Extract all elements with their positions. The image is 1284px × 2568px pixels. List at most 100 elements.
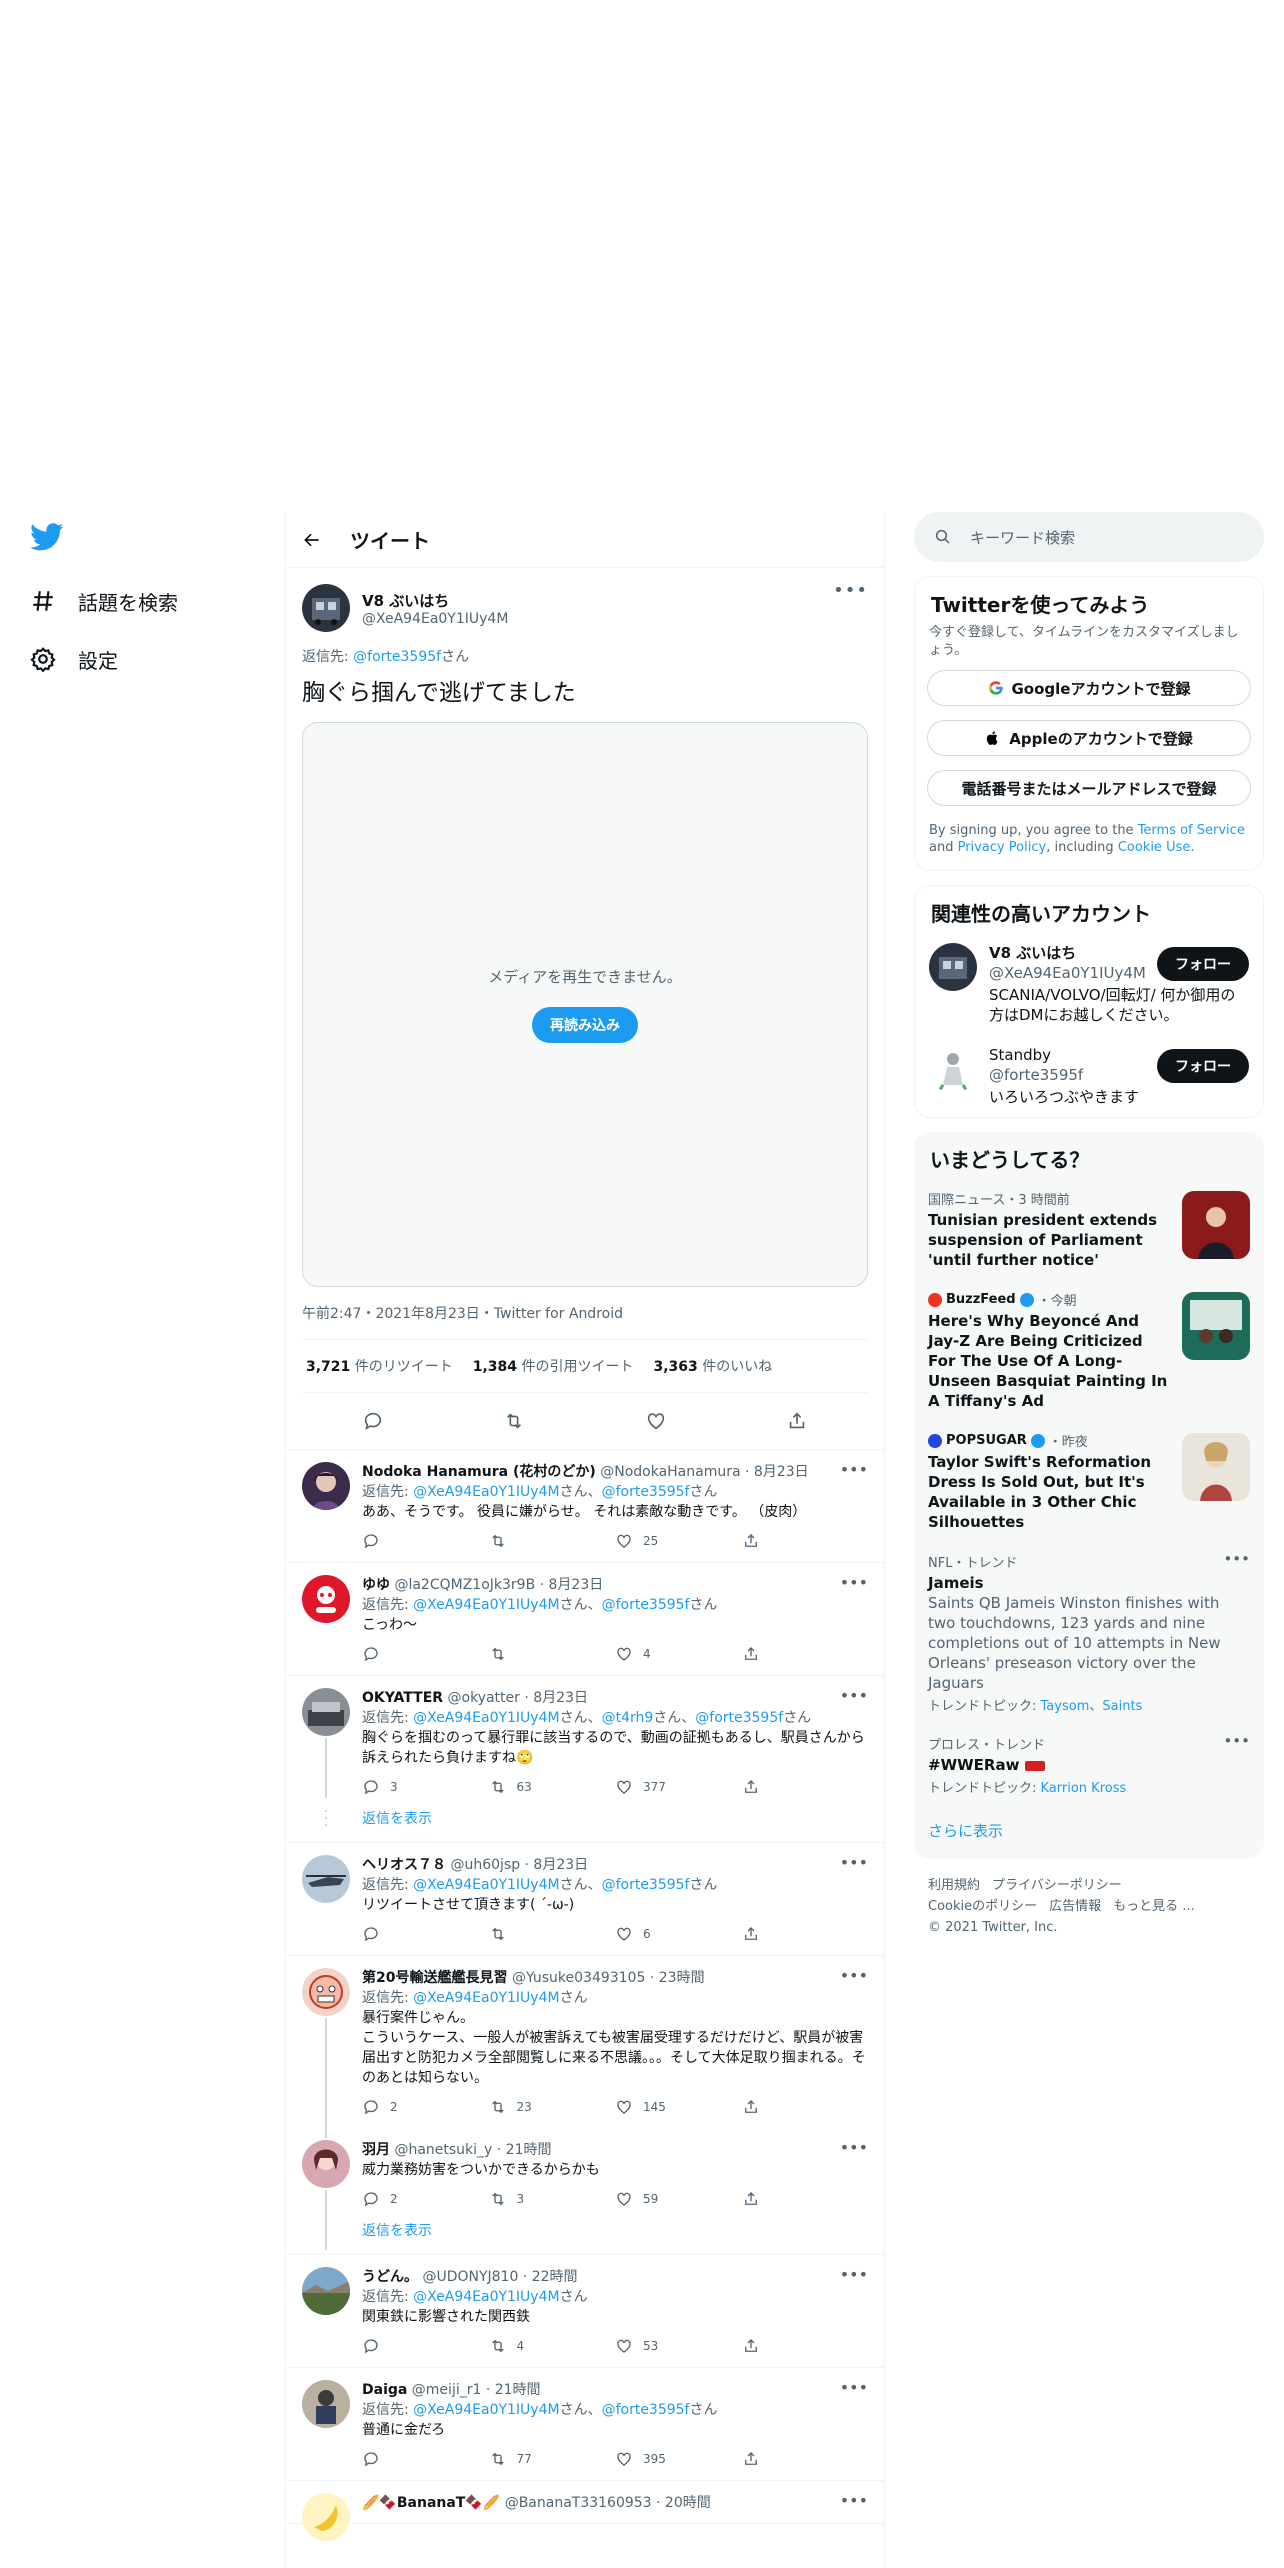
nav-explore[interactable]: 話題を検索	[30, 572, 230, 630]
topic-link[interactable]: Karrion Kross	[1041, 1781, 1127, 1796]
avatar[interactable]	[302, 2380, 350, 2428]
reply-button[interactable]	[362, 2450, 489, 2468]
reply-tweet[interactable]: ••• Daiga @meiji_r1 · 21時間 返信先: @XeA94Ea…	[286, 2368, 884, 2481]
reload-button[interactable]: 再読み込み	[532, 1007, 638, 1043]
trend-item[interactable]: ••• プロレス・トレンド #WWERaw トレンドトピック: Karrion …	[914, 1724, 1264, 1806]
reply-to-link[interactable]: @XeA94Ea0Y1IUy4M	[413, 2402, 559, 2418]
footer-more-link[interactable]: もっと見る ...	[1113, 1899, 1195, 1914]
share-button[interactable]	[742, 1778, 869, 1796]
retweet-icon[interactable]	[503, 1410, 525, 1432]
topic-link[interactable]: Saints	[1102, 1699, 1142, 1714]
trend-item[interactable]: POPSUGAR ・昨夜 Taylor Swift's Reformation D…	[914, 1421, 1264, 1542]
show-replies-link[interactable]: 返信を表示	[286, 2220, 884, 2255]
more-icon[interactable]: •••	[840, 1573, 868, 1592]
share-button[interactable]	[742, 2337, 869, 2355]
avatar[interactable]	[302, 2140, 350, 2188]
nav-settings[interactable]: 設定	[30, 630, 230, 688]
more-icon[interactable]: •••	[840, 2138, 868, 2157]
share-button[interactable]	[742, 1925, 869, 1943]
avatar[interactable]	[929, 943, 977, 991]
reply-tweet[interactable]: ••• 第20号輸送艦艦長見習 @Yusuke03493105 · 23時間 返…	[286, 1956, 884, 2138]
more-icon[interactable]: •••	[840, 1686, 868, 1705]
reply-tweet[interactable]: ••• うどん。 @UDONYJ810 · 22時間 返信先: @XeA94Ea…	[286, 2255, 884, 2368]
reply-button[interactable]: 2	[362, 2098, 489, 2116]
media-player[interactable]: メディアを再生できません。 再読み込み	[302, 722, 868, 1287]
more-icon[interactable]: •••	[840, 2378, 868, 2397]
trend-item[interactable]: 国際ニュース・3 時間前 Tunisian president extends …	[914, 1179, 1264, 1280]
reply-author-name[interactable]: Daiga	[362, 2382, 407, 2398]
account-handle[interactable]: @forte3595f	[989, 1065, 1139, 1085]
show-replies-link[interactable]: 返信を表示	[286, 1808, 884, 1843]
more-icon[interactable]: •••	[840, 1460, 868, 1479]
apple-signup-button[interactable]: Appleのアカウントで登録	[927, 720, 1251, 756]
like-button[interactable]: 4	[615, 1645, 742, 1663]
like-button[interactable]: 6	[615, 1925, 742, 1943]
share-button[interactable]	[742, 2450, 869, 2468]
more-icon[interactable]: •••	[833, 580, 868, 601]
author-name[interactable]: V8 ぶいはち	[362, 590, 508, 611]
retweet-button[interactable]	[489, 1645, 616, 1663]
search-box[interactable]: キーワード検索	[914, 512, 1264, 562]
reply-button[interactable]: 3	[362, 1778, 489, 1796]
reply-button[interactable]	[362, 1532, 489, 1550]
follow-button[interactable]: フォロー	[1157, 947, 1249, 981]
retweet-button[interactable]	[489, 1532, 616, 1550]
reply-button[interactable]	[362, 2337, 489, 2355]
footer-cookie-link[interactable]: Cookieのポリシー	[928, 1899, 1037, 1914]
retweet-button[interactable]: 77	[489, 2450, 616, 2468]
reply-to-link[interactable]: @forte3595f	[602, 1484, 690, 1500]
reply-tweet[interactable]: ••• Nodoka Hanamura (花村のどか) @NodokaHanam…	[286, 1450, 884, 1563]
avatar[interactable]	[302, 1575, 350, 1623]
terms-link[interactable]: Terms of Service	[1138, 823, 1245, 838]
retweet-button[interactable]	[489, 1925, 616, 1943]
more-icon[interactable]: •••	[840, 2265, 868, 2284]
topic-link[interactable]: Taysom	[1041, 1699, 1090, 1714]
quote-count[interactable]: 1,384 件の引用ツイート	[473, 1356, 634, 1376]
reply-to-link[interactable]: @XeA94Ea0Y1IUy4M	[413, 1710, 559, 1726]
share-button[interactable]	[742, 2098, 869, 2116]
show-more-link[interactable]: さらに表示	[914, 1806, 1264, 1859]
account-item[interactable]: V8 ぶいはち @XeA94Ea0Y1IUy4M SCANIA/VOLVO/回転…	[915, 933, 1263, 1035]
share-button[interactable]	[742, 1532, 869, 1550]
reply-tweet[interactable]: ••• ゆゆ @la2CQMZ1oJk3r9B · 8月23日 返信先: @Xe…	[286, 1563, 884, 1676]
reply-author-name[interactable]: 🥖🍫BananaT🍫🥖	[362, 2495, 500, 2511]
reply-to-link[interactable]: @t4rh9	[602, 1710, 654, 1726]
reply-button[interactable]	[362, 1645, 489, 1663]
avatar[interactable]	[302, 1855, 350, 1903]
like-button[interactable]: 145	[615, 2098, 742, 2116]
reply-to-link[interactable]: @XeA94Ea0Y1IUy4M	[413, 1597, 559, 1613]
like-button[interactable]: 25	[615, 1532, 742, 1550]
cookie-link[interactable]: Cookie Use	[1118, 840, 1191, 855]
retweet-count[interactable]: 3,721 件のリツイート	[306, 1356, 453, 1376]
twitter-logo-icon[interactable]	[30, 520, 64, 554]
reply-author-name[interactable]: OKYATTER	[362, 1690, 443, 1706]
account-item[interactable]: Standby @forte3595f いろいろつぶやきます フォロー	[915, 1035, 1263, 1117]
reply-tweet[interactable]: ••• OKYATTER @okyatter · 8月23日 返信先: @XeA…	[286, 1676, 884, 1808]
reply-to-link[interactable]: @XeA94Ea0Y1IUy4M	[413, 1484, 559, 1500]
like-button[interactable]: 377	[615, 1778, 742, 1796]
reply-author-name[interactable]: ゆゆ	[362, 1577, 390, 1593]
retweet-button[interactable]: 3	[489, 2190, 616, 2208]
more-icon[interactable]: •••	[840, 1966, 868, 1985]
footer-privacy-link[interactable]: プライバシーポリシー	[992, 1878, 1122, 1893]
reply-to-link[interactable]: @XeA94Ea0Y1IUy4M	[413, 2289, 559, 2305]
more-icon[interactable]: •••	[1223, 1732, 1250, 1750]
reply-to-link[interactable]: @forte3595f	[695, 1710, 783, 1726]
avatar[interactable]	[302, 1688, 350, 1736]
reply-author-name[interactable]: Nodoka Hanamura (花村のどか)	[362, 1464, 596, 1480]
retweet-button[interactable]: 4	[489, 2337, 616, 2355]
avatar[interactable]	[929, 1045, 977, 1093]
share-icon[interactable]	[786, 1410, 808, 1432]
avatar[interactable]	[302, 2267, 350, 2315]
reply-author-name[interactable]: 羽月	[362, 2142, 390, 2158]
google-signup-button[interactable]: Googleアカウントで登録	[927, 670, 1251, 706]
more-icon[interactable]: •••	[840, 1853, 868, 1872]
avatar[interactable]	[302, 584, 350, 632]
trend-item[interactable]: ••• NFL・トレンド Jameis Saints QB Jameis Win…	[914, 1542, 1264, 1724]
avatar[interactable]	[302, 1462, 350, 1510]
trend-item[interactable]: BuzzFeed ・今朝 Here's Why Beyoncé And Jay-Z…	[914, 1280, 1264, 1421]
follow-button[interactable]: フォロー	[1157, 1049, 1249, 1083]
retweet-button[interactable]: 23	[489, 2098, 616, 2116]
reply-to-link[interactable]: @forte3595f	[353, 649, 441, 665]
privacy-link[interactable]: Privacy Policy	[958, 840, 1047, 855]
